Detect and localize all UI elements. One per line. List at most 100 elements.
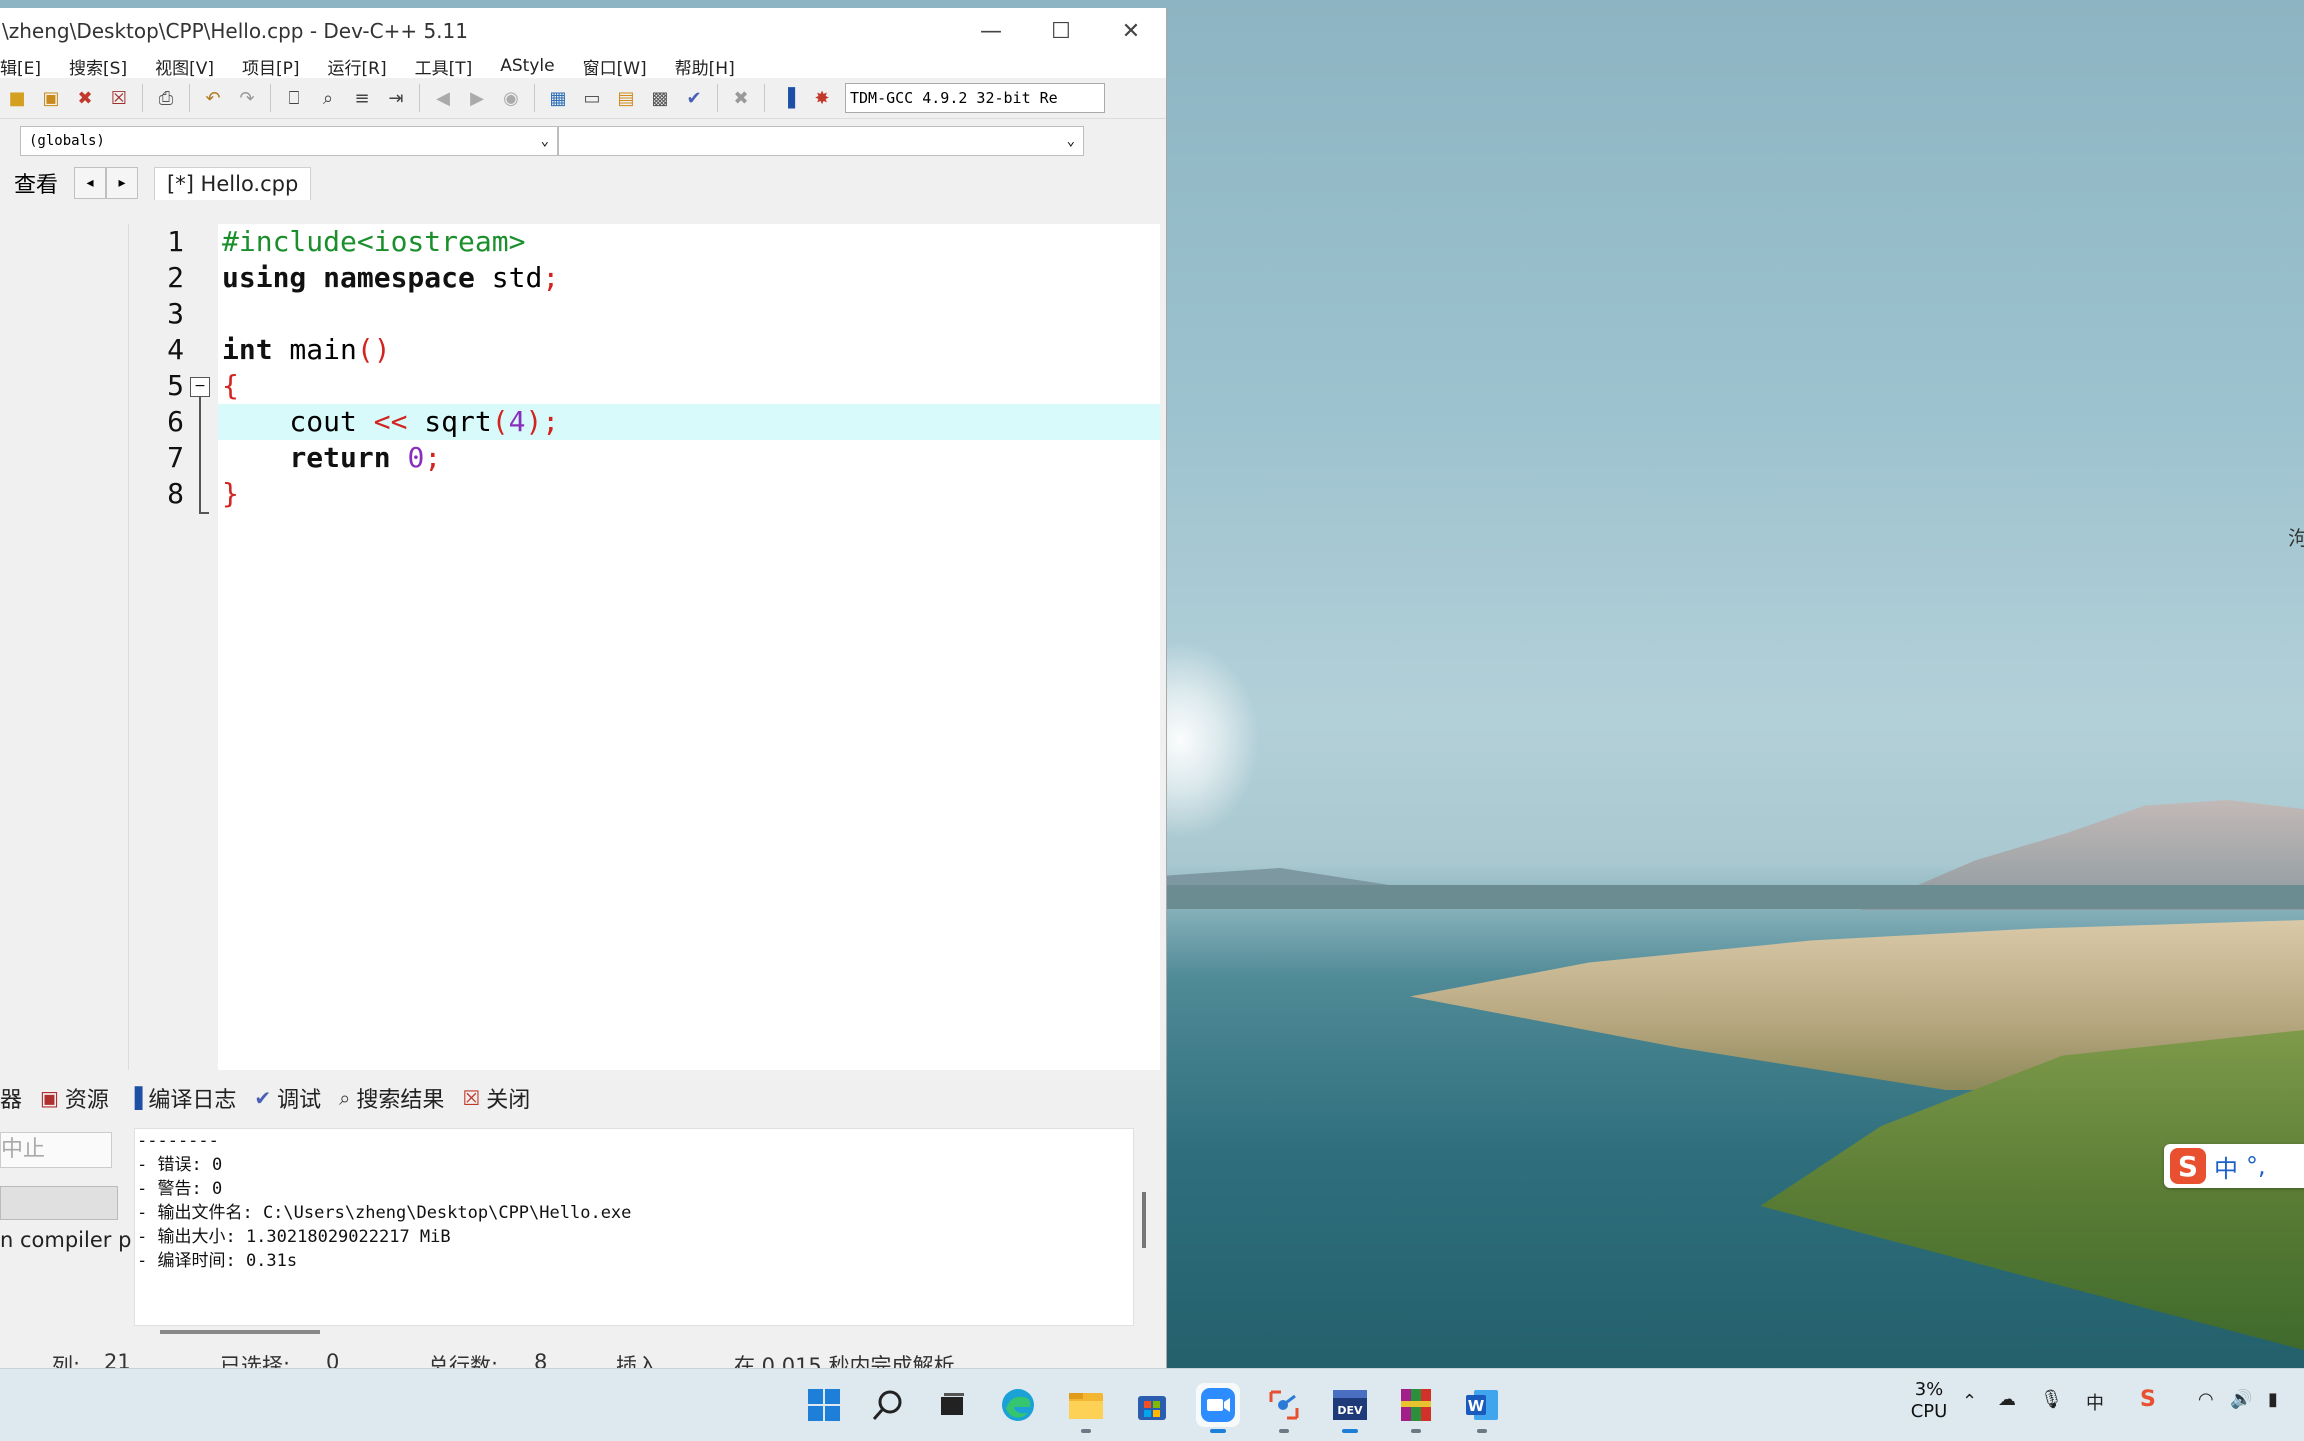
goto-line-icon[interactable]: ◉ bbox=[498, 85, 524, 111]
member-combo[interactable]: ⌄ bbox=[558, 126, 1084, 156]
status-selected-label: 已选择: bbox=[220, 1354, 291, 1368]
task-view-icon[interactable] bbox=[930, 1383, 974, 1427]
cpu-meter[interactable]: 3% CPU bbox=[1904, 1379, 1954, 1423]
log-output[interactable]: -------- - 错误: 0 - 警告: 0 - 输出文件名: C:\Use… bbox=[134, 1128, 1134, 1326]
running-indicator bbox=[1210, 1429, 1226, 1433]
save-all-icon[interactable]: ▣ bbox=[38, 85, 64, 111]
tab-resources[interactable]: ▣ 资源 bbox=[40, 1082, 109, 1114]
onedrive-icon[interactable]: ☁ bbox=[1998, 1389, 2016, 1410]
search-icon[interactable] bbox=[866, 1383, 910, 1427]
zoom-icon[interactable] bbox=[1196, 1383, 1240, 1433]
battery-icon[interactable]: ▮ bbox=[2268, 1389, 2278, 1410]
menu-tools[interactable]: 工具[T] bbox=[415, 54, 473, 79]
word-icon[interactable]: W bbox=[1460, 1383, 1504, 1433]
indent-icon[interactable]: ≡ bbox=[349, 85, 375, 111]
ime-indicator[interactable]: 中 bbox=[2086, 1389, 2104, 1415]
close-all-icon[interactable]: ☒ bbox=[106, 85, 132, 111]
code-token: 0 bbox=[407, 441, 425, 474]
file-tab-hello[interactable]: [*] Hello.cpp bbox=[154, 166, 312, 200]
compiler-status-text: n compiler p bbox=[0, 1228, 132, 1252]
menu-astyle[interactable]: AStyle bbox=[500, 56, 554, 76]
code-text: { bbox=[222, 368, 239, 404]
menu-run[interactable]: 运行[R] bbox=[328, 54, 387, 79]
close-button[interactable]: ✕ bbox=[1096, 8, 1166, 54]
code-text: #include<iostream> bbox=[222, 224, 525, 260]
code-line: 5 { bbox=[140, 368, 1160, 404]
open-file-icon[interactable]: ■ bbox=[4, 85, 30, 111]
menu-view[interactable]: 视图[V] bbox=[155, 54, 214, 79]
compiler-select[interactable]: TDM-GCC 4.9.2 32-bit Re bbox=[845, 83, 1105, 113]
ime-punct[interactable]: °, bbox=[2246, 1152, 2266, 1180]
log-horizontal-scrollbar[interactable] bbox=[160, 1330, 320, 1334]
bottom-panel-tabs: 器 ▣ 资源 ▐ 编译日志 ✔ 调试 ⌕ 搜索结果 ☒ 关闭 bbox=[0, 1076, 1166, 1120]
tab-compiler[interactable]: 器 bbox=[0, 1082, 22, 1114]
scope-combo[interactable]: (globals) ⌄ bbox=[20, 126, 558, 156]
stop-button[interactable]: 中止 bbox=[0, 1132, 112, 1168]
search-results-icon: ⌕ bbox=[339, 1086, 351, 1110]
panel-tab-view[interactable]: 查看 bbox=[0, 167, 74, 199]
menu-search[interactable]: 搜索[S] bbox=[69, 54, 127, 79]
fold-toggle-icon[interactable]: − bbox=[190, 377, 210, 397]
replace-icon[interactable]: ⌕ bbox=[315, 85, 341, 111]
tab-debug[interactable]: ✔ 调试 bbox=[254, 1082, 321, 1114]
snipping-tool-icon[interactable] bbox=[1262, 1383, 1306, 1433]
code-token: () bbox=[356, 333, 391, 366]
ime-toolbar[interactable]: S 中 °, bbox=[2164, 1144, 2304, 1188]
tab-search-results[interactable]: ⌕ 搜索结果 bbox=[339, 1082, 444, 1114]
menu-project[interactable]: 项目[P] bbox=[242, 54, 300, 79]
wifi-icon[interactable]: ◠ bbox=[2198, 1389, 2214, 1410]
start-icon[interactable] bbox=[802, 1383, 846, 1427]
log-line: - 输出文件名: C:\Users\zheng\Desktop\CPP\Hell… bbox=[137, 1203, 632, 1223]
file-explorer-icon[interactable] bbox=[1064, 1383, 1108, 1433]
project-panel[interactable] bbox=[0, 224, 129, 1070]
code-editor[interactable]: 1 #include<iostream> 2 using namespace s… bbox=[140, 224, 1160, 1070]
new-project-icon[interactable]: ▦ bbox=[545, 85, 571, 111]
code-line: 8 } bbox=[140, 476, 1160, 512]
menu-help[interactable]: 帮助[H] bbox=[675, 54, 735, 79]
redo-icon[interactable]: ↷ bbox=[234, 85, 260, 111]
tab-next-button[interactable]: ▸ bbox=[106, 167, 138, 199]
title-bar[interactable]: \zheng\Desktop\CPP\Hello.cpp - Dev-C++ 5… bbox=[0, 8, 1166, 54]
store-icon[interactable] bbox=[1130, 1383, 1174, 1427]
tab-compile-log[interactable]: ▐ 编译日志 bbox=[127, 1082, 236, 1114]
window-icon[interactable]: ▭ bbox=[579, 85, 605, 111]
microphone-icon[interactable]: 🎙 bbox=[2040, 1389, 2063, 1410]
code-text: cout << sqrt(4); bbox=[222, 405, 560, 438]
print-icon[interactable]: ⎙ bbox=[153, 85, 179, 111]
tile-icon[interactable]: ▩ bbox=[647, 85, 673, 111]
minimize-button[interactable]: — bbox=[956, 8, 1026, 54]
status-selected-value: 0 bbox=[326, 1350, 340, 1368]
class-browser-icon[interactable]: ▤ bbox=[613, 85, 639, 111]
close-file-icon[interactable]: ✖ bbox=[72, 85, 98, 111]
bookmark-prev-icon[interactable]: ◀ bbox=[430, 85, 456, 111]
chevron-up-icon[interactable]: ⌃ bbox=[1962, 1391, 1977, 1412]
maximize-button[interactable]: ☐ bbox=[1026, 8, 1096, 54]
menu-window[interactable]: 窗口[W] bbox=[583, 54, 647, 79]
menu-edit[interactable]: 辑[E] bbox=[0, 54, 41, 79]
volume-icon[interactable]: 🔊 bbox=[2230, 1389, 2252, 1410]
devcpp-icon[interactable]: DEV bbox=[1328, 1383, 1372, 1433]
line-number: 6 bbox=[167, 405, 184, 438]
ime-mode[interactable]: 中 bbox=[2214, 1149, 2238, 1184]
unindent-icon[interactable]: ⇥ bbox=[383, 85, 409, 111]
code-line: 4 int main() bbox=[140, 332, 1160, 368]
find-icon[interactable]: ⎕ bbox=[281, 85, 307, 111]
tab-prev-button[interactable]: ◂ bbox=[74, 167, 106, 199]
bookmark-next-icon[interactable]: ▶ bbox=[464, 85, 490, 111]
running-indicator bbox=[1477, 1429, 1487, 1433]
sogou-tray-icon[interactable]: S bbox=[2140, 1387, 2156, 1412]
undo-icon[interactable]: ↶ bbox=[200, 85, 226, 111]
taskbar: DEV W 3% CPU ⌃ ☁ 🎙 中 S ◠ 🔊 ▮ bbox=[0, 1368, 2304, 1441]
code-line: 7 return 0; bbox=[140, 440, 1160, 476]
sogou-logo-icon[interactable]: S bbox=[2170, 1148, 2206, 1184]
debug-icon[interactable]: ✸ bbox=[809, 85, 835, 111]
tab-close[interactable]: ☒ 关闭 bbox=[462, 1082, 530, 1114]
log-vertical-scrollbar[interactable] bbox=[1142, 1192, 1146, 1248]
check-syntax-icon[interactable]: ✔ bbox=[681, 85, 707, 111]
code-token: 4 bbox=[508, 405, 526, 438]
devcpp-label: DEV bbox=[1337, 1404, 1363, 1417]
profile-icon[interactable]: ▐ bbox=[775, 85, 801, 111]
edge-icon[interactable] bbox=[996, 1383, 1040, 1427]
stop-icon[interactable]: ✖ bbox=[728, 85, 754, 111]
winrar-icon[interactable] bbox=[1394, 1383, 1438, 1433]
